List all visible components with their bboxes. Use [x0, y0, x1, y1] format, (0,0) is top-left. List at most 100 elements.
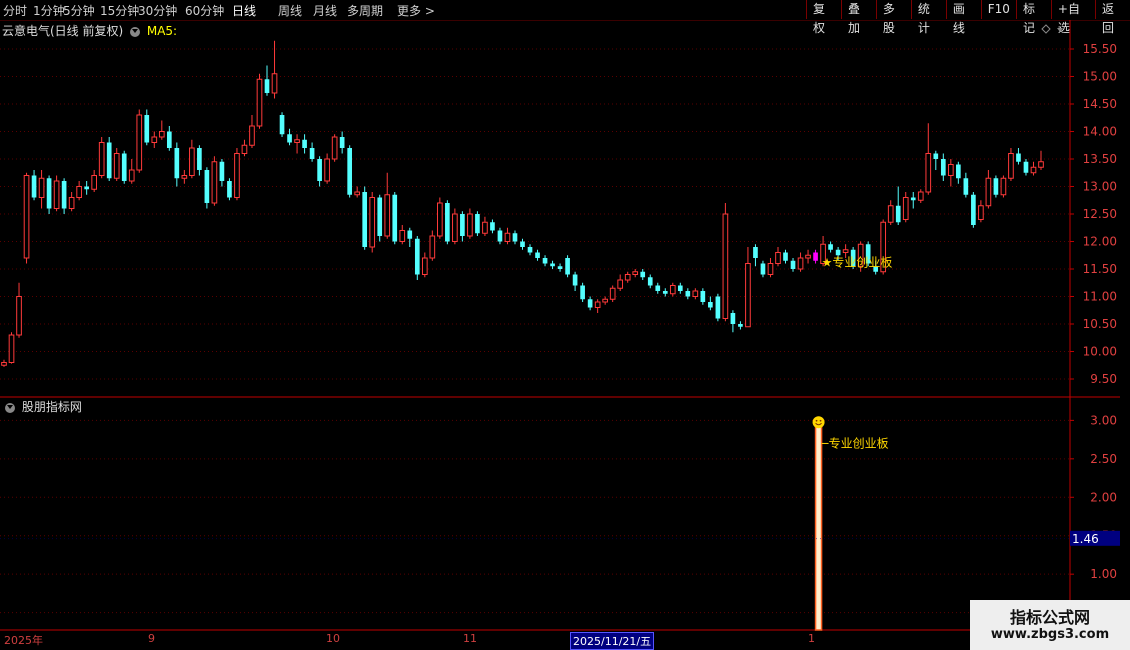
sub-y-tick-label: 2.00: [1090, 490, 1117, 504]
main-y-tick-label: 12.50: [1083, 207, 1117, 221]
candle-body: [339, 137, 345, 148]
signal-bar: [814, 423, 823, 631]
candle-body: [602, 298, 608, 303]
candle-body: [174, 148, 180, 179]
candle-body: [692, 290, 699, 297]
candle-body: [790, 260, 796, 269]
candle-body: [925, 153, 932, 193]
main-y-tick-label: 9.50: [1090, 372, 1117, 386]
date-label-3: 11: [463, 632, 477, 645]
candle-body: [956, 164, 961, 179]
sub-y-tick-label: 2.50: [1090, 452, 1117, 466]
candle-body: [151, 136, 158, 143]
candle-body: [309, 148, 315, 159]
candle-body: [1, 362, 7, 366]
candle-body: [38, 177, 45, 198]
candle-body: [445, 203, 450, 242]
candle-body: [933, 153, 939, 159]
candle-body: [256, 78, 263, 127]
candle-body: [767, 263, 774, 275]
candle-body: [241, 144, 248, 154]
candle-body: [136, 114, 143, 171]
main-y-tick-label: 10.50: [1083, 317, 1117, 331]
candle-body: [331, 136, 338, 160]
candle-body: [624, 274, 631, 281]
candle-body: [722, 213, 729, 319]
candle-body: [753, 247, 758, 258]
candle-body: [211, 161, 218, 204]
smiley-icon: [812, 416, 825, 429]
candle-body: [98, 142, 105, 176]
sub-y-tick-label: 3.00: [1090, 413, 1117, 427]
candle-body: [181, 175, 188, 179]
candle-body: [902, 197, 909, 220]
candle-body: [399, 230, 406, 242]
candle-body: [1023, 161, 1029, 173]
candle-body: [91, 175, 98, 190]
main-y-tick-label: 12.00: [1083, 235, 1117, 249]
candle-body: [384, 194, 391, 237]
signal-annotation-sub: 专业创业板: [829, 435, 889, 450]
main-y-tick-label: 15.00: [1083, 70, 1117, 84]
candle-body: [128, 169, 135, 182]
collapse-icon[interactable]: [1057, 28, 1063, 32]
candle-body: [805, 254, 811, 259]
candle-body: [294, 139, 300, 143]
candle-body: [971, 194, 976, 225]
candle-body: [23, 175, 30, 259]
candle-body: [53, 180, 60, 209]
candle-body: [842, 249, 849, 253]
candle-body: [745, 263, 751, 328]
candle-body: [677, 285, 683, 291]
candle-body: [504, 232, 511, 242]
candle-body: [8, 334, 15, 363]
candle-body: [993, 178, 999, 195]
candle-body: [144, 115, 150, 143]
chevron-down-icon[interactable]: [130, 26, 141, 37]
candle-body: [565, 258, 570, 275]
candle-body: [84, 186, 89, 190]
watermark-url: www.zbgs3.com: [990, 627, 1110, 642]
candle-body: [760, 263, 766, 275]
smiley-eye: [815, 419, 818, 422]
candle-body: [227, 181, 232, 198]
chevron-down-icon[interactable]: [5, 402, 15, 413]
candle-body: [76, 186, 82, 198]
main-y-tick-label: 13.50: [1083, 152, 1117, 166]
date-label-2: 10: [326, 632, 340, 645]
candle-body: [490, 222, 495, 231]
candle-body: [1008, 153, 1014, 179]
candle-body: [467, 213, 473, 237]
candle-body: [31, 175, 37, 198]
candle-body: [16, 296, 22, 336]
highlight-value-label: 1.46: [1072, 532, 1099, 546]
candle-body: [392, 194, 398, 242]
diamond-icon[interactable]: [1041, 24, 1051, 34]
candle-body: [369, 197, 376, 248]
candle-body: [407, 230, 413, 239]
candle-body: [317, 159, 322, 181]
candle-body: [377, 197, 383, 236]
candle-body: [512, 233, 518, 242]
candle-body: [738, 324, 743, 327]
candle-body: [940, 159, 946, 176]
candle-body: [219, 161, 225, 181]
candle-body: [917, 191, 924, 201]
candle-body: [783, 252, 788, 261]
candle-body: [535, 252, 540, 258]
candle-body: [580, 285, 585, 300]
candle-body: [166, 131, 172, 148]
candle-body: [68, 197, 75, 209]
candle-body: [632, 271, 639, 275]
main-y-tick-label: 10.00: [1083, 345, 1117, 359]
candle-body: [271, 73, 278, 94]
candle-body: [354, 191, 361, 196]
main-y-tick-label: 15.50: [1083, 42, 1117, 56]
stock-chart[interactable]: 9.5010.0010.5011.0011.5012.0012.5013.001…: [0, 0, 1130, 650]
candle-body: [609, 287, 616, 300]
stock-name-label: 云意电气(日线 前复权): [2, 24, 124, 38]
candle-body: [669, 285, 676, 295]
main-y-tick-label: 14.50: [1083, 97, 1117, 111]
watermark-title: 指标公式网: [1009, 608, 1090, 627]
candle-body: [249, 125, 255, 146]
